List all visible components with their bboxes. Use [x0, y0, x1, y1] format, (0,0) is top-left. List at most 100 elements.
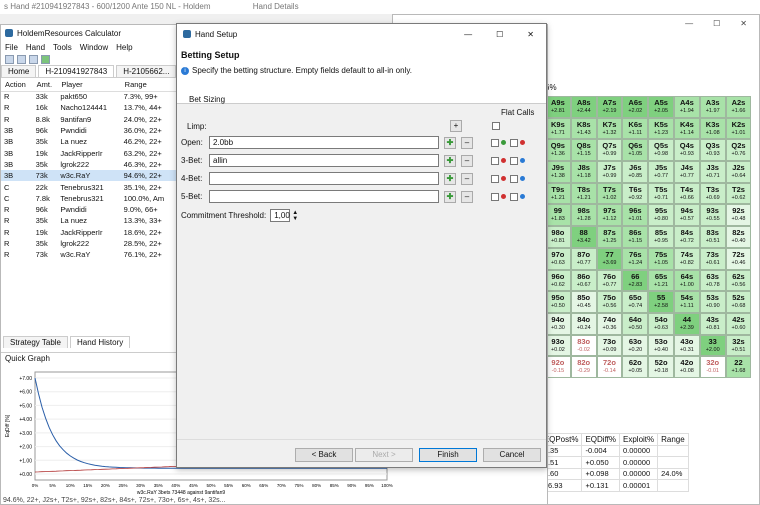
range-cell[interactable]: 99 +1.83 — [545, 204, 571, 227]
range-cell[interactable]: J8s +1.18 — [570, 161, 597, 183]
limp-flatcall-checkbox[interactable] — [492, 122, 500, 130]
fourbet-remove-button[interactable]: – — [461, 172, 473, 185]
range-cell[interactable]: 82o -0.29 — [570, 356, 597, 378]
minimize-icon[interactable]: — — [685, 19, 693, 28]
cancel-button[interactable]: Cancel — [483, 448, 541, 462]
range-cell[interactable]: 95s +0.80 — [648, 204, 674, 227]
table-row[interactable]: 3B 19k JackRipperIr 63.2%, 22+ — [1, 147, 176, 158]
range-cell[interactable]: 53o +0.40 — [648, 334, 674, 357]
range-cell[interactable]: T4s +0.66 — [673, 182, 700, 205]
range-cell[interactable]: 96s +1.01 — [622, 204, 649, 227]
range-cell[interactable]: 95o +0.50 — [545, 291, 571, 313]
range-cell[interactable]: 74s +0.82 — [673, 247, 700, 270]
document-tab[interactable]: Home — [1, 65, 37, 77]
range-cell[interactable]: K7s +1.32 — [596, 117, 623, 140]
range-cell[interactable]: Q9s +1.36 — [545, 139, 571, 162]
stats-column-header[interactable]: Range — [657, 433, 689, 446]
fourbet-add-button[interactable]: ✚ — [444, 172, 456, 185]
range-cell[interactable]: T8s +1.21 — [570, 182, 597, 205]
commitment-spinner[interactable]: ▲ ▼ — [292, 210, 298, 222]
range-cell[interactable]: 96o +0.62 — [545, 269, 571, 292]
range-cell[interactable]: J6s +0.85 — [622, 161, 649, 183]
table-row[interactable]: R 19k JackRipperIr 18.6%, 22+ — [1, 227, 176, 238]
column-header[interactable]: Action — [1, 78, 33, 92]
threebet-remove-button[interactable]: – — [461, 154, 473, 167]
range-cell[interactable]: 73s +0.61 — [699, 247, 726, 270]
open-flatcall-checkbox[interactable] — [491, 138, 499, 147]
range-cell[interactable]: K9s +1.71 — [545, 117, 571, 140]
range-cell[interactable]: Q8s +1.15 — [570, 139, 597, 162]
dialog-close-icon[interactable]: ✕ — [527, 30, 534, 39]
range-cell[interactable]: Q3s +0.93 — [699, 139, 726, 162]
range-cell[interactable]: 75o +0.56 — [596, 291, 623, 313]
range-cell[interactable]: J5s +0.77 — [648, 161, 674, 183]
stats-column-header[interactable]: EQDiff% — [581, 433, 620, 446]
range-cell[interactable]: 86o +0.67 — [570, 269, 597, 292]
open-icon[interactable] — [17, 54, 26, 64]
table-row[interactable]: 3B 73k w3c.RaY 94.6%, 22+ — [1, 170, 176, 182]
threebet-flatcall-checkbox[interactable] — [491, 156, 499, 165]
range-cell[interactable]: 43o +0.31 — [673, 334, 700, 357]
table-row[interactable]: R 8.8k 9antifan9 24.0%, 22+ — [1, 114, 176, 125]
new-icon[interactable] — [5, 54, 14, 64]
open-remove-button[interactable]: – — [461, 136, 473, 149]
range-cell[interactable]: K5s +1.23 — [648, 117, 674, 140]
table-row[interactable]: R 35k lgrok222 28.5%, 22+ — [1, 238, 176, 249]
range-cell[interactable]: J4s +0.77 — [673, 161, 700, 183]
stats-column-header[interactable]: Exploit% — [618, 433, 659, 446]
range-cell[interactable]: 94s +0.57 — [673, 204, 700, 227]
table-row[interactable]: C 7.8k Tenebrus321 100.0%, Am — [1, 193, 176, 204]
range-cell[interactable]: K2s +1.01 — [725, 117, 752, 140]
range-cell[interactable]: 92o -0.15 — [545, 356, 571, 378]
range-cell[interactable]: 86s +1.15 — [622, 226, 649, 248]
open-add-button[interactable]: ✚ — [444, 136, 456, 149]
back-button[interactable]: < Back — [295, 448, 353, 462]
table-row[interactable]: 3B 35k La nuez 46.2%, 22+ — [1, 136, 176, 147]
range-cell[interactable]: 83s +0.51 — [699, 226, 726, 248]
range-cell[interactable]: 92s +0.48 — [725, 204, 752, 227]
range-cell[interactable]: 65o +0.74 — [622, 291, 649, 313]
range-cell[interactable]: A8s +2.44 — [570, 96, 597, 118]
range-cell[interactable]: 22 +1.68 — [725, 356, 752, 378]
fourbet-flatcall-checkbox-2[interactable] — [510, 174, 518, 183]
table-row[interactable]: 3B 35k lgrok222 46.3%, 22+ — [1, 159, 176, 170]
table-row[interactable]: R 35k La nuez 13.3%, 33+ — [1, 215, 176, 226]
range-cell[interactable]: 94o +0.30 — [545, 312, 571, 335]
range-cell[interactable]: 42s +0.60 — [725, 312, 752, 335]
range-cell[interactable]: 98o +0.81 — [545, 226, 571, 248]
table-row[interactable]: C 22k Tenebrus321 35.1%, 22+ — [1, 181, 176, 192]
range-cell[interactable]: J2s +0.64 — [725, 161, 752, 183]
run-icon[interactable] — [41, 54, 50, 64]
fourbet-flatcall-checkbox[interactable] — [491, 174, 499, 183]
threebet-input[interactable]: allin — [209, 154, 439, 167]
range-cell[interactable]: 53s +0.90 — [699, 291, 726, 313]
menu-file[interactable]: File — [5, 43, 18, 52]
open-input[interactable]: 2.0bb — [209, 136, 439, 149]
range-cell[interactable]: 73o +0.09 — [596, 334, 623, 357]
save-icon[interactable] — [29, 54, 38, 64]
fivebet-remove-button[interactable]: – — [461, 190, 473, 203]
finish-button[interactable]: Finish — [419, 448, 477, 462]
range-cell[interactable]: 62o +0.05 — [622, 356, 649, 378]
range-cell[interactable]: K4s +1.14 — [673, 117, 700, 140]
fivebet-flatcall-checkbox-2[interactable] — [510, 192, 518, 201]
range-cell[interactable]: 97s +1.12 — [596, 204, 623, 227]
range-cell[interactable]: 55 +2.58 — [648, 291, 674, 313]
range-cell[interactable]: 33 +2.00 — [699, 334, 726, 357]
menu-help[interactable]: Help — [116, 43, 132, 52]
range-cell[interactable]: J9s +1.38 — [545, 161, 571, 183]
next-button[interactable]: Next > — [355, 448, 413, 462]
range-cell[interactable]: 88 +3.42 — [570, 226, 597, 248]
range-cell[interactable]: 76s +1.24 — [622, 247, 649, 270]
table-row[interactable]: R 33k pakt650 7.3%, 99+ — [1, 91, 176, 102]
menu-tools[interactable]: Tools — [53, 43, 72, 52]
range-cell[interactable]: 32o -0.01 — [699, 356, 726, 378]
range-cell[interactable]: 42o +0.08 — [673, 356, 700, 378]
range-cell[interactable]: Q2s +0.76 — [725, 139, 752, 162]
range-cell[interactable]: 74o +0.36 — [596, 312, 623, 335]
dialog-minimize-icon[interactable]: — — [464, 30, 472, 39]
range-cell[interactable]: 75s +1.05 — [648, 247, 674, 270]
range-cell[interactable]: Q7s +0.99 — [596, 139, 623, 162]
range-cell[interactable]: 64s +1.00 — [673, 269, 700, 292]
fivebet-input[interactable] — [209, 190, 439, 203]
